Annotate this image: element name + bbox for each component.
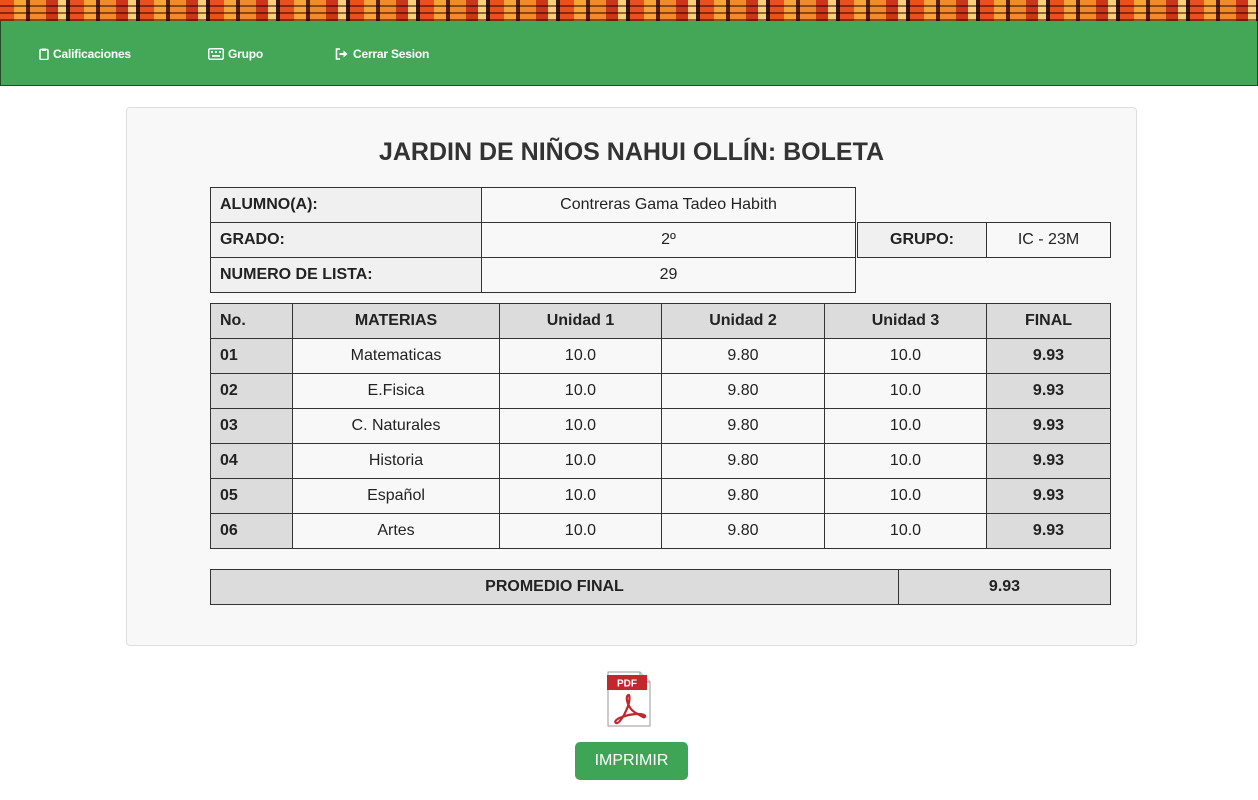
- print-button[interactable]: IMPRIMIR: [575, 742, 688, 780]
- student-label: ALUMNO(A):: [210, 187, 482, 223]
- unit-grade: 10.0: [824, 408, 987, 444]
- unit-grade: 10.0: [824, 478, 987, 514]
- final-grade: 9.93: [986, 338, 1111, 374]
- list-number-label: NUMERO DE LISTA:: [210, 257, 482, 293]
- final-grade: 9.93: [986, 478, 1111, 514]
- subject-name: Artes: [292, 513, 500, 549]
- subject-name: C. Naturales: [292, 408, 500, 444]
- row-number: 04: [210, 443, 293, 479]
- unit-grade: 10.0: [499, 513, 662, 549]
- column-header: No.: [210, 303, 293, 339]
- unit-grade: 9.80: [661, 373, 825, 409]
- final-average-value: 9.93: [898, 569, 1111, 605]
- subject-name: Matematicas: [292, 338, 500, 374]
- unit-grade: 10.0: [499, 443, 662, 479]
- nav-grupo[interactable]: Grupo: [208, 46, 263, 62]
- column-header: Unidad 1: [499, 303, 662, 339]
- final-grade: 9.93: [986, 443, 1111, 479]
- subject-name: Español: [292, 478, 500, 514]
- group-value: IC - 23M: [986, 222, 1111, 258]
- column-header: Unidad 2: [661, 303, 825, 339]
- list-number-value: 29: [481, 257, 856, 293]
- unit-grade: 10.0: [824, 513, 987, 549]
- unit-grade: 9.80: [661, 443, 825, 479]
- pdf-label: PDF: [617, 679, 637, 690]
- unit-grade: 9.80: [661, 478, 825, 514]
- final-grade: 9.93: [986, 373, 1111, 409]
- nav-calificaciones[interactable]: Calificaciones: [39, 46, 131, 62]
- report-card: JARDIN DE NIÑOS NAHUI OLLÍN: BOLETA ALUM…: [126, 107, 1137, 646]
- unit-grade: 10.0: [824, 373, 987, 409]
- final-grade: 9.93: [986, 408, 1111, 444]
- unit-grade: 10.0: [499, 338, 662, 374]
- unit-grade: 9.80: [661, 513, 825, 549]
- column-header: MATERIAS: [292, 303, 500, 339]
- final-average-label: PROMEDIO FINAL: [210, 569, 899, 605]
- student-name: Contreras Gama Tadeo Habith: [481, 187, 856, 223]
- row-number: 01: [210, 338, 293, 374]
- unit-grade: 10.0: [824, 443, 987, 479]
- column-header: Unidad 3: [824, 303, 987, 339]
- pdf-icon[interactable]: PDF: [607, 671, 651, 727]
- subject-name: E.Fisica: [292, 373, 500, 409]
- unit-grade: 10.0: [824, 338, 987, 374]
- row-number: 03: [210, 408, 293, 444]
- grade-label: GRADO:: [210, 222, 482, 258]
- grade-value: 2º: [481, 222, 856, 258]
- group-label: GRUPO:: [857, 222, 987, 258]
- nav-label: Calificaciones: [53, 47, 131, 61]
- row-number: 06: [210, 513, 293, 549]
- unit-grade: 10.0: [499, 478, 662, 514]
- final-grade: 9.93: [986, 513, 1111, 549]
- column-header: FINAL: [986, 303, 1111, 339]
- unit-grade: 10.0: [499, 373, 662, 409]
- nav-cerrar-sesion[interactable]: Cerrar Sesion: [335, 46, 429, 62]
- nav-label: Grupo: [228, 47, 263, 61]
- clipboard-icon: [39, 48, 49, 60]
- top-navbar: Calificaciones Grupo Cerrar Sesion: [0, 21, 1258, 86]
- subject-name: Historia: [292, 443, 500, 479]
- decorative-banner: [0, 0, 1258, 21]
- nav-label: Cerrar Sesion: [353, 47, 430, 61]
- unit-grade: 9.80: [661, 408, 825, 444]
- sign-out-icon: [335, 48, 348, 60]
- row-number: 02: [210, 373, 293, 409]
- keyboard-icon: [208, 48, 224, 60]
- unit-grade: 9.80: [661, 338, 825, 374]
- report-title: JARDIN DE NIÑOS NAHUI OLLÍN: BOLETA: [378, 138, 885, 166]
- unit-grade: 10.0: [499, 408, 662, 444]
- row-number: 05: [210, 478, 293, 514]
